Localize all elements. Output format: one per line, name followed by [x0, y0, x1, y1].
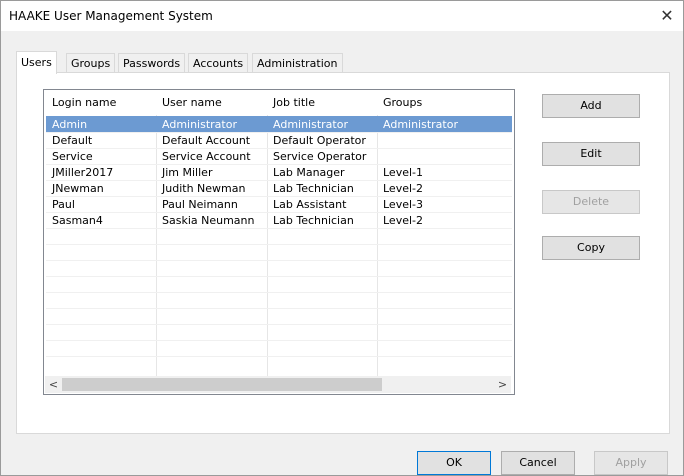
grid-line: [46, 292, 512, 293]
grid-line: [46, 228, 512, 229]
grid-line: [46, 340, 512, 341]
copy-button[interactable]: Copy: [542, 236, 640, 260]
apply-button[interactable]: Apply: [594, 451, 668, 475]
cell-login-name: Paul: [52, 198, 75, 211]
grid-line: [46, 276, 512, 277]
grid-line: [46, 324, 512, 325]
cell-login-name: Service: [52, 150, 93, 163]
column-header-login-name[interactable]: Login name: [52, 96, 116, 109]
cell-job-title: Administrator: [273, 118, 348, 131]
cell-user-name: Jim Miller: [162, 166, 213, 179]
cell-groups: Administrator: [383, 118, 458, 131]
cell-job-title: Lab Assistant: [273, 198, 347, 211]
cell-job-title: Lab Manager: [273, 166, 345, 179]
table-row[interactable]: Sasman4 Saskia Neumann Lab Technician Le…: [46, 212, 512, 228]
grid-line: [46, 308, 512, 309]
cell-job-title: Lab Technician: [273, 214, 354, 227]
cell-user-name: Administrator: [162, 118, 237, 131]
tab-users[interactable]: Users: [16, 51, 57, 74]
cell-login-name: JNewman: [52, 182, 104, 195]
edit-button[interactable]: Edit: [542, 142, 640, 166]
list-header: Login name User name Job title Groups: [44, 90, 514, 114]
tab-accounts[interactable]: Accounts: [188, 53, 249, 73]
table-row[interactable]: Service Service Account Service Operator: [46, 148, 512, 164]
scrollbar-thumb[interactable]: [62, 378, 382, 391]
add-button[interactable]: Add: [542, 94, 640, 118]
tab-passwords[interactable]: Passwords: [118, 53, 186, 73]
cell-user-name: Judith Newman: [162, 182, 246, 195]
cell-user-name: Default Account: [162, 134, 251, 147]
cell-login-name: JMiller2017: [52, 166, 114, 179]
delete-button[interactable]: Delete: [542, 190, 640, 214]
cell-login-name: Default: [52, 134, 93, 147]
cell-groups: Level-1: [383, 166, 424, 179]
cell-groups: Level-2: [383, 182, 424, 195]
cancel-button[interactable]: Cancel: [501, 451, 575, 475]
cell-user-name: Saskia Neumann: [162, 214, 255, 227]
grid-line: [46, 244, 512, 245]
cell-groups: Level-2: [383, 214, 424, 227]
cell-job-title: Service Operator: [273, 150, 367, 163]
users-tab-panel: Login name User name Job title Groups Ad…: [16, 72, 670, 434]
users-list[interactable]: Login name User name Job title Groups Ad…: [43, 89, 515, 395]
table-row[interactable]: Admin Administrator Administrator Admini…: [46, 116, 512, 132]
grid-line: [46, 356, 512, 357]
title-bar: HAAKE User Management System ✕: [1, 1, 683, 31]
scroll-right-icon[interactable]: >: [494, 376, 511, 393]
close-icon[interactable]: ✕: [657, 6, 677, 26]
grid-line: [46, 260, 512, 261]
table-row[interactable]: JNewman Judith Newman Lab Technician Lev…: [46, 180, 512, 196]
column-header-groups[interactable]: Groups: [383, 96, 422, 109]
scroll-left-icon[interactable]: <: [45, 376, 62, 393]
cell-login-name: Admin: [52, 118, 88, 131]
cell-job-title: Lab Technician: [273, 182, 354, 195]
tab-administration[interactable]: Administration: [252, 53, 343, 73]
cell-user-name: Paul Neimann: [162, 198, 238, 211]
column-header-job-title[interactable]: Job title: [273, 96, 315, 109]
cell-user-name: Service Account: [162, 150, 251, 163]
ok-button[interactable]: OK: [417, 451, 491, 475]
cell-job-title: Default Operator: [273, 134, 366, 147]
table-row[interactable]: Paul Paul Neimann Lab Assistant Level-3: [46, 196, 512, 212]
window-title: HAAKE User Management System: [9, 9, 213, 23]
table-row[interactable]: Default Default Account Default Operator: [46, 132, 512, 148]
user-management-window: HAAKE User Management System ✕ Users Gro…: [0, 0, 684, 476]
tab-groups[interactable]: Groups: [66, 53, 116, 73]
horizontal-scrollbar[interactable]: < >: [45, 376, 511, 393]
column-header-user-name[interactable]: User name: [162, 96, 222, 109]
cell-groups: Level-3: [383, 198, 424, 211]
cell-login-name: Sasman4: [52, 214, 103, 227]
table-row[interactable]: JMiller2017 Jim Miller Lab Manager Level…: [46, 164, 512, 180]
